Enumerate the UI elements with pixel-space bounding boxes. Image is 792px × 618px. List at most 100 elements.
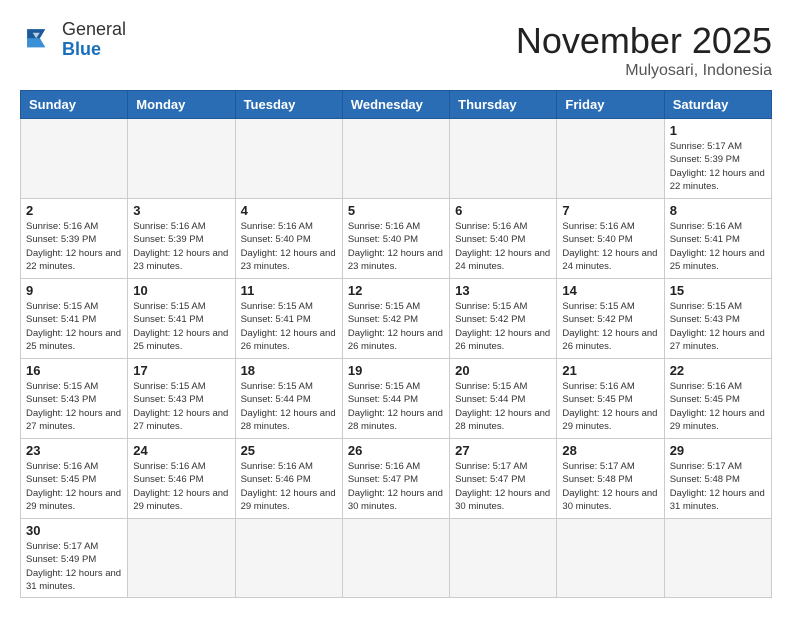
day-number: 25: [241, 443, 337, 458]
calendar-cell: 21Sunrise: 5:16 AM Sunset: 5:45 PM Dayli…: [557, 359, 664, 439]
calendar-cell: [235, 519, 342, 598]
day-info: Sunrise: 5:16 AM Sunset: 5:39 PM Dayligh…: [133, 220, 229, 273]
day-number: 17: [133, 363, 229, 378]
day-info: Sunrise: 5:15 AM Sunset: 5:44 PM Dayligh…: [348, 380, 444, 433]
calendar-cell: 12 Sunrise: 5:15 AM Sunset: 5:42 PM Dayli…: [342, 279, 449, 359]
calendar-cell: [235, 119, 342, 199]
day-info: Sunrise: 5:16 AM Sunset: 5:39 PM Dayligh…: [26, 220, 122, 273]
day-info: Sunrise: 5:15 AM Sunset: 5:42 PM Dayligh…: [562, 300, 658, 353]
day-info: Sunrise: 5:15 AM Sunset: 5:41 PM Dayligh…: [241, 300, 337, 353]
day-info: Sunrise: 5:16 AM Sunset: 5:46 PM Dayligh…: [133, 460, 229, 513]
day-number: 29: [670, 443, 766, 458]
day-header-row: SundayMondayTuesdayWednesdayThursdayFrid…: [21, 91, 772, 119]
calendar-cell: 14 Sunrise: 5:15 AM Sunset: 5:42 PM Dayli…: [557, 279, 664, 359]
day-number: 8: [670, 203, 766, 218]
calendar-week-row: 1Sunrise: 5:17 AM Sunset: 5:39 PM Daylig…: [21, 119, 772, 199]
day-info: Sunrise: 5:15 AM Sunset: 5:41 PM Dayligh…: [133, 300, 229, 353]
day-info: Sunrise: 5:16 AM Sunset: 5:41 PM Dayligh…: [670, 220, 766, 273]
calendar-cell: 5 Sunrise: 5:16 AM Sunset: 5:40 PM Daylig…: [342, 199, 449, 279]
day-number: 4: [241, 203, 337, 218]
calendar-cell: [21, 119, 128, 199]
day-info: Sunrise: 5:16 AM Sunset: 5:40 PM Dayligh…: [348, 220, 444, 273]
day-info: Sunrise: 5:15 AM Sunset: 5:44 PM Dayligh…: [241, 380, 337, 433]
calendar-week-row: 2 Sunrise: 5:16 AM Sunset: 5:39 PM Daylig…: [21, 199, 772, 279]
calendar-cell: 20 Sunrise: 5:15 AM Sunset: 5:44 PM Dayli…: [450, 359, 557, 439]
day-number: 28: [562, 443, 658, 458]
day-info: Sunrise: 5:16 AM Sunset: 5:40 PM Dayligh…: [241, 220, 337, 273]
day-number: 6: [455, 203, 551, 218]
day-of-week-monday: Monday: [128, 91, 235, 119]
day-number: 11: [241, 283, 337, 298]
month-title: November 2025: [516, 20, 772, 62]
calendar-cell: 27Sunrise: 5:17 AM Sunset: 5:47 PM Dayli…: [450, 439, 557, 519]
day-number: 15: [670, 283, 766, 298]
day-info: Sunrise: 5:16 AM Sunset: 5:45 PM Dayligh…: [26, 460, 122, 513]
day-number: 23: [26, 443, 122, 458]
location: Mulyosari, Indonesia: [516, 62, 772, 80]
day-number: 12: [348, 283, 444, 298]
day-of-week-thursday: Thursday: [450, 91, 557, 119]
generalblue-logo-icon: [20, 22, 56, 58]
calendar-cell: 23 Sunrise: 5:16 AM Sunset: 5:45 PM Dayli…: [21, 439, 128, 519]
day-number: 5: [348, 203, 444, 218]
day-number: 14: [562, 283, 658, 298]
day-info: Sunrise: 5:17 AM Sunset: 5:47 PM Dayligh…: [455, 460, 551, 513]
calendar-cell: 17Sunrise: 5:15 AM Sunset: 5:43 PM Dayli…: [128, 359, 235, 439]
title-block: November 2025 Mulyosari, Indonesia: [516, 20, 772, 80]
day-number: 30: [26, 523, 122, 538]
calendar-cell: 1Sunrise: 5:17 AM Sunset: 5:39 PM Daylig…: [664, 119, 771, 199]
calendar-cell: [450, 519, 557, 598]
calendar-cell: 7 Sunrise: 5:16 AM Sunset: 5:40 PM Daylig…: [557, 199, 664, 279]
day-info: Sunrise: 5:16 AM Sunset: 5:40 PM Dayligh…: [455, 220, 551, 273]
day-info: Sunrise: 5:15 AM Sunset: 5:42 PM Dayligh…: [455, 300, 551, 353]
calendar-cell: 29Sunrise: 5:17 AM Sunset: 5:48 PM Dayli…: [664, 439, 771, 519]
calendar-cell: 8 Sunrise: 5:16 AM Sunset: 5:41 PM Daylig…: [664, 199, 771, 279]
calendar-cell: [557, 519, 664, 598]
day-number: 2: [26, 203, 122, 218]
calendar-cell: 2 Sunrise: 5:16 AM Sunset: 5:39 PM Daylig…: [21, 199, 128, 279]
calendar-week-row: 16Sunrise: 5:15 AM Sunset: 5:43 PM Dayli…: [21, 359, 772, 439]
calendar-cell: [450, 119, 557, 199]
calendar-cell: 22 Sunrise: 5:16 AM Sunset: 5:45 PM Dayli…: [664, 359, 771, 439]
day-number: 10: [133, 283, 229, 298]
day-number: 24: [133, 443, 229, 458]
day-number: 9: [26, 283, 122, 298]
calendar-cell: [342, 519, 449, 598]
day-info: Sunrise: 5:15 AM Sunset: 5:43 PM Dayligh…: [26, 380, 122, 433]
day-info: Sunrise: 5:16 AM Sunset: 5:45 PM Dayligh…: [562, 380, 658, 433]
calendar-cell: 25 Sunrise: 5:16 AM Sunset: 5:46 PM Dayli…: [235, 439, 342, 519]
day-info: Sunrise: 5:16 AM Sunset: 5:40 PM Dayligh…: [562, 220, 658, 273]
calendar-cell: 10 Sunrise: 5:15 AM Sunset: 5:41 PM Dayli…: [128, 279, 235, 359]
day-info: Sunrise: 5:17 AM Sunset: 5:48 PM Dayligh…: [562, 460, 658, 513]
day-number: 20: [455, 363, 551, 378]
calendar-cell: 11 Sunrise: 5:15 AM Sunset: 5:41 PM Dayli…: [235, 279, 342, 359]
calendar-cell: 18Sunrise: 5:15 AM Sunset: 5:44 PM Dayli…: [235, 359, 342, 439]
day-number: 22: [670, 363, 766, 378]
calendar-cell: [557, 119, 664, 199]
day-number: 19: [348, 363, 444, 378]
calendar-cell: 4 Sunrise: 5:16 AM Sunset: 5:40 PM Daylig…: [235, 199, 342, 279]
calendar-cell: 9Sunrise: 5:15 AM Sunset: 5:41 PM Daylig…: [21, 279, 128, 359]
day-of-week-tuesday: Tuesday: [235, 91, 342, 119]
day-info: Sunrise: 5:15 AM Sunset: 5:44 PM Dayligh…: [455, 380, 551, 433]
day-number: 13: [455, 283, 551, 298]
day-info: Sunrise: 5:16 AM Sunset: 5:45 PM Dayligh…: [670, 380, 766, 433]
calendar-cell: 30Sunrise: 5:17 AM Sunset: 5:49 PM Dayli…: [21, 519, 128, 598]
calendar-cell: 19 Sunrise: 5:15 AM Sunset: 5:44 PM Dayli…: [342, 359, 449, 439]
day-info: Sunrise: 5:16 AM Sunset: 5:46 PM Dayligh…: [241, 460, 337, 513]
calendar-table: SundayMondayTuesdayWednesdayThursdayFrid…: [20, 90, 772, 598]
day-number: 7: [562, 203, 658, 218]
logo: General Blue: [20, 20, 126, 60]
calendar-cell: [128, 119, 235, 199]
day-of-week-wednesday: Wednesday: [342, 91, 449, 119]
day-of-week-friday: Friday: [557, 91, 664, 119]
day-info: Sunrise: 5:15 AM Sunset: 5:43 PM Dayligh…: [670, 300, 766, 353]
calendar-cell: 26Sunrise: 5:16 AM Sunset: 5:47 PM Dayli…: [342, 439, 449, 519]
calendar-cell: 15 Sunrise: 5:15 AM Sunset: 5:43 PM Dayli…: [664, 279, 771, 359]
day-number: 1: [670, 123, 766, 138]
calendar-week-row: 30Sunrise: 5:17 AM Sunset: 5:49 PM Dayli…: [21, 519, 772, 598]
day-info: Sunrise: 5:15 AM Sunset: 5:42 PM Dayligh…: [348, 300, 444, 353]
day-number: 3: [133, 203, 229, 218]
calendar-cell: [342, 119, 449, 199]
day-of-week-saturday: Saturday: [664, 91, 771, 119]
